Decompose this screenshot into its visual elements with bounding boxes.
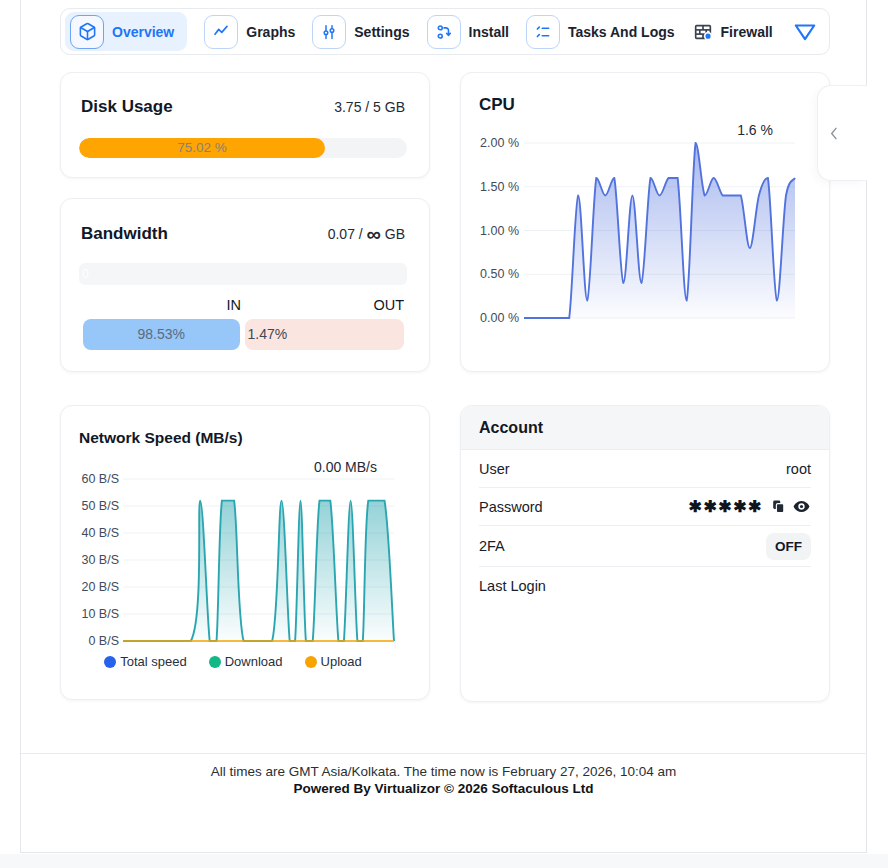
account-row-last-login: Last Login [479,567,811,605]
legend-label: Upload [321,654,362,669]
tab-settings-label: Settings [354,24,409,40]
nav-dropdown-caret[interactable] [790,19,820,45]
network-current-value: 0.00 MB/s [314,459,377,475]
firewall-icon [692,21,714,43]
account-header: Account [461,406,829,450]
copy-icon[interactable] [770,498,787,515]
bandwidth-in-bar: 98.53% [83,319,240,350]
infinity-symbol: ∞ [367,223,381,245]
tab-install[interactable]: Install [427,15,509,49]
chevron-left-icon [828,125,841,142]
disk-usage-value: 3.75 / 5 GB [334,99,405,115]
account-row-password: Password ✱✱✱✱✱ [479,488,811,526]
network-chart [123,479,394,641]
tab-install-label: Install [469,24,509,40]
bandwidth-value: 0.07 / ∞ GB [328,223,405,246]
footer-powered-by: Powered By Virtualizor © 2026 Softaculou… [20,781,867,796]
y-axis-tick-label: 10 B/S [71,606,119,622]
bandwidth-title: Bandwidth [81,224,168,244]
bandwidth-out-bar: 1.47% [245,319,405,350]
account-row-2fa: 2FA OFF [479,526,811,567]
settings-sliders-icon [312,15,346,49]
tab-graphs-label: Graphs [246,24,295,40]
disk-progress-track: 75.02 % [79,138,407,158]
user-label: User [479,461,510,477]
tab-overview[interactable]: Overview [65,12,187,51]
password-masked-value: ✱✱✱✱✱ [688,497,763,516]
y-axis-tick-label: 0 B/S [71,633,119,649]
y-axis-tick-label: 1.50 % [471,179,519,195]
bandwidth-in-label: IN [83,297,241,313]
tab-firewall[interactable]: Firewall [692,21,773,43]
bandwidth-card: Bandwidth 0.07 / ∞ GB 0 IN OUT 98.53% 1.… [60,198,430,372]
account-row-user: User root [479,450,811,488]
legend-dot [104,656,116,668]
y-axis-tick-label: 0.50 % [471,266,519,282]
y-axis-tick-label: 1.00 % [471,223,519,239]
show-password-eye-icon[interactable] [792,497,811,516]
graphs-icon [204,15,238,49]
bandwidth-out-label: OUT [246,297,404,313]
tab-tasks-and-logs[interactable]: Tasks And Logs [526,15,675,49]
tab-firewall-label: Firewall [721,24,773,40]
tab-settings[interactable]: Settings [312,15,409,49]
navbar: Overview Graphs Settings Install Tasks A… [60,8,830,55]
bandwidth-total-bar: 0 [79,263,407,285]
y-axis-tick-label: 60 B/S [71,471,119,487]
legend-dot [209,656,221,668]
tasks-and-logs-icon [526,15,560,49]
2fa-label: 2FA [479,538,505,554]
y-axis-tick-label: 50 B/S [71,498,119,514]
footer-divider [21,753,867,754]
legend-item: Total speed [104,654,187,669]
y-axis-tick-label: 2.00 % [471,135,519,151]
tab-tasks-and-logs-label: Tasks And Logs [568,24,675,40]
y-axis-tick-label: 0.00 % [471,310,519,326]
network-speed-card: Network Speed (MB/s) 0.00 MB/s Total spe… [60,405,430,700]
cpu-title: CPU [461,73,829,115]
y-axis-tick-label: 40 B/S [71,525,119,541]
last-login-label: Last Login [479,578,546,594]
disk-usage-title: Disk Usage [81,97,173,117]
2fa-off-badge[interactable]: OFF [766,533,811,560]
user-value: root [786,461,811,477]
install-icon [427,15,461,49]
cpu-card: CPU 1.6 % 2.00 % 1.50 % 1.00 % 0.50 % 0.00 % [460,72,830,372]
legend-dot [305,656,317,668]
caret-down-icon [790,19,820,45]
tab-graphs[interactable]: Graphs [204,15,295,49]
legend-label: Download [225,654,283,669]
tab-overview-label: Overview [112,24,174,40]
cpu-chart [524,143,795,318]
footer-timezone-text: All times are GMT Asia/Kolkata. The time… [20,764,867,779]
password-label: Password [479,499,543,515]
network-legend: Total speed Download Upload [49,654,417,669]
account-card: Account User root Password ✱✱✱✱✱ 2FA OFF… [460,405,830,702]
y-axis-tick-label: 20 B/S [71,579,119,595]
cpu-current-value: 1.6 % [737,122,773,138]
legend-label: Total speed [120,654,187,669]
y-axis-tick-label: 30 B/S [71,552,119,568]
bottom-strip [0,854,888,868]
legend-item: Download [209,654,283,669]
network-speed-title: Network Speed (MB/s) [61,406,429,447]
legend-item: Upload [305,654,362,669]
disk-usage-card: Disk Usage 3.75 / 5 GB 75.02 % [60,72,430,178]
overview-box-icon [70,15,104,49]
disk-progress-fill: 75.02 % [79,138,325,158]
side-drawer-handle[interactable] [817,85,867,181]
